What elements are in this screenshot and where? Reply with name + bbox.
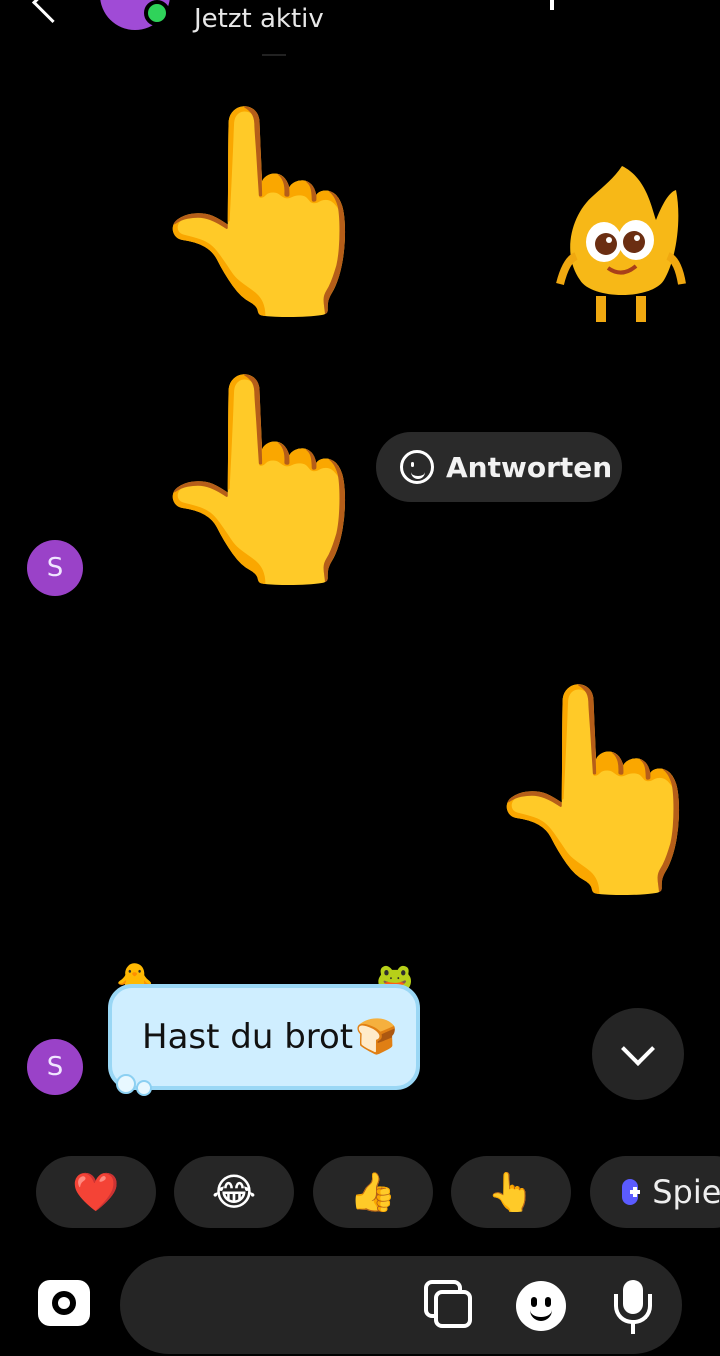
bubble-decoration	[136, 1080, 152, 1096]
games-label: Spiele	[652, 1173, 720, 1211]
pointing-hand-sticker[interactable]: 👆	[142, 112, 391, 312]
reply-label: Antworten	[446, 450, 613, 484]
reply-button[interactable]: Antworten	[376, 432, 622, 502]
quick-reaction-heart[interactable]: ❤️	[36, 1156, 156, 1228]
sender-avatar[interactable]: S	[27, 540, 83, 596]
gallery-icon[interactable]	[424, 1280, 474, 1330]
online-indicator-icon	[144, 0, 170, 26]
sticker-icon[interactable]	[516, 1281, 566, 1331]
gamepad-icon	[622, 1179, 641, 1205]
pointing-hand-sticker[interactable]: 👆	[476, 690, 720, 890]
message-bubble[interactable]: Hast du brot 🍞	[108, 984, 420, 1090]
message-input[interactable]	[120, 1256, 682, 1354]
bread-emoji: 🍞	[355, 1017, 398, 1057]
quick-reaction-laugh[interactable]: 😂	[174, 1156, 294, 1228]
smiley-icon	[400, 450, 434, 484]
flame-mascot-sticker[interactable]	[552, 160, 692, 330]
quick-reaction-pointing-hand[interactable]: 👆	[451, 1156, 571, 1228]
avatar-initial: S	[46, 553, 64, 583]
pointing-hand-sticker[interactable]: 👆	[142, 380, 391, 580]
back-arrow-icon[interactable]	[31, 0, 74, 24]
microphone-icon[interactable]	[612, 1280, 654, 1336]
chevron-down-icon	[621, 1032, 655, 1066]
camera-icon[interactable]	[38, 1280, 90, 1326]
quick-reaction-thumbsup[interactable]: 👍	[313, 1156, 433, 1228]
games-chip[interactable]: Spiele	[590, 1156, 720, 1228]
scroll-down-button[interactable]	[592, 1008, 684, 1100]
active-status: Jetzt aktiv	[194, 4, 324, 34]
sender-avatar[interactable]: S	[27, 1039, 83, 1095]
divider	[262, 54, 286, 56]
message-text: Hast du brot	[142, 1017, 354, 1057]
avatar-initial: S	[46, 1052, 64, 1082]
bubble-decoration	[116, 1074, 136, 1094]
header-action-icon[interactable]	[540, 0, 554, 10]
